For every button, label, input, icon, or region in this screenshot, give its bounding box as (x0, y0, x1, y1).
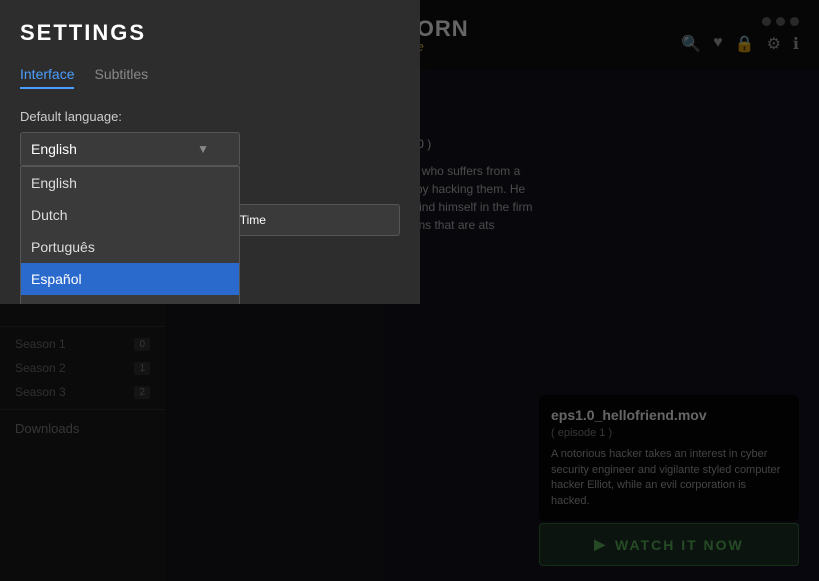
language-label: Default language: (20, 109, 400, 124)
language-selected-value: English (31, 141, 77, 157)
settings-nav: Interface Subtitles (20, 66, 400, 89)
lang-espanol[interactable]: Español (21, 263, 239, 295)
settings-panel-title: SETTINGS (20, 20, 400, 46)
dropdown-arrow-icon: ▼ (197, 142, 209, 156)
settings-nav-interface[interactable]: Interface (20, 66, 74, 89)
language-dropdown-container: English ▼ English Dutch Português Españo… (20, 132, 240, 166)
settings-overlay: ✕ SETTINGS Interface Subtitles Default l… (0, 0, 819, 581)
language-dropdown-list[interactable]: English Dutch Português Español Français… (20, 166, 240, 304)
lang-portugues[interactable]: Português (21, 231, 239, 263)
lang-francais[interactable]: Français (21, 295, 239, 304)
settings-panel: ✕ SETTINGS Interface Subtitles Default l… (0, 0, 420, 304)
language-dropdown-trigger[interactable]: English ▼ (20, 132, 240, 166)
lang-dutch[interactable]: Dutch (21, 199, 239, 231)
lang-english[interactable]: English (21, 167, 239, 199)
settings-nav-subtitles[interactable]: Subtitles (94, 66, 148, 89)
